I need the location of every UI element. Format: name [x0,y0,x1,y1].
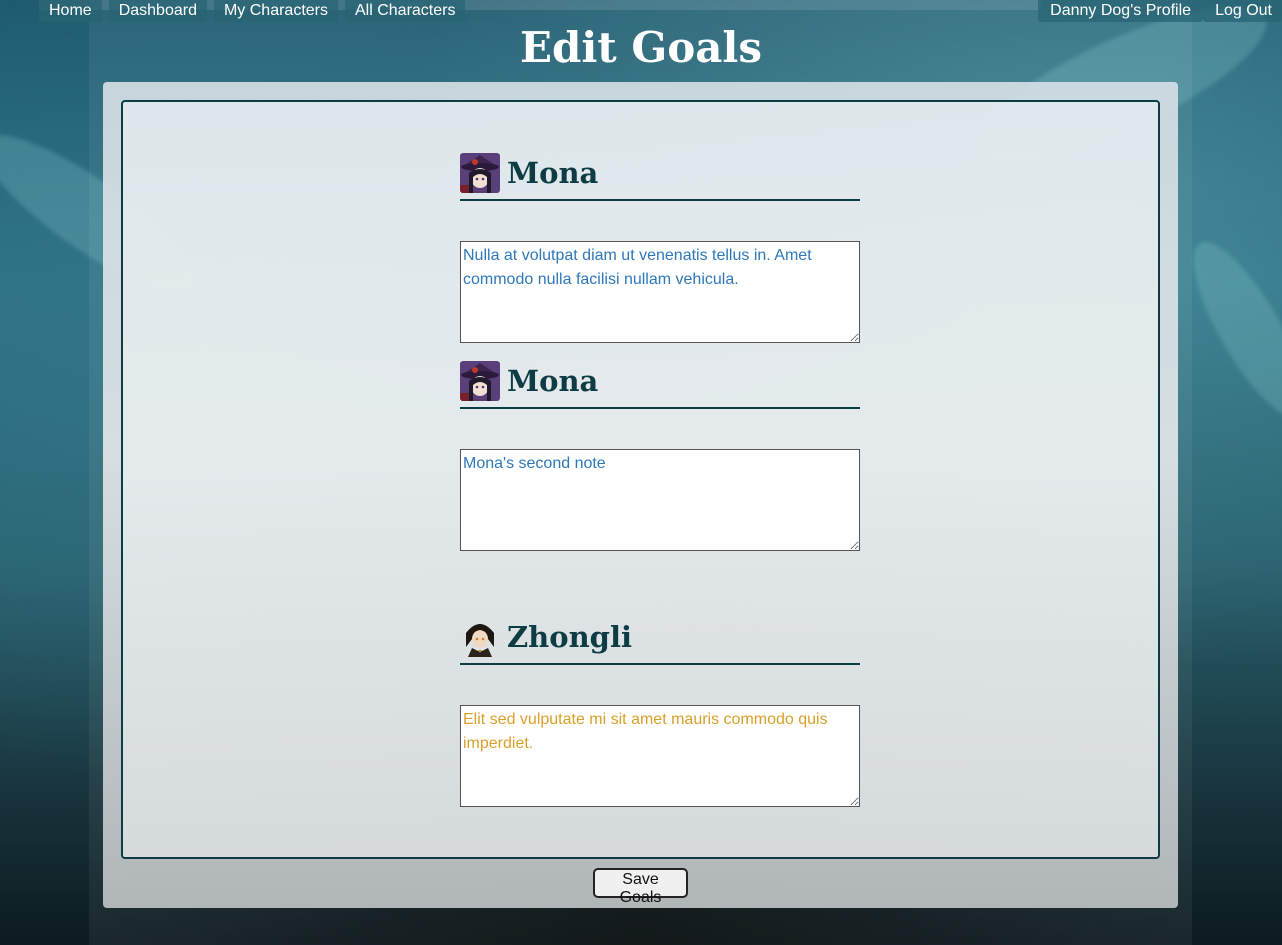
goals-form: Mona Nulla at volutpat diam ut venenatis… [121,100,1160,859]
save-goals-button[interactable]: Save Goals [593,868,688,906]
goal-header: Mona [460,153,860,201]
goal-note-textarea[interactable]: Mona's second note [460,449,860,551]
top-nav: Home Dashboard My Characters All Charact… [0,0,1282,24]
page-title: Edit Goals [519,23,763,72]
nav-right-group: Danny Dog's Profile Log Out [1038,0,1282,22]
goal-entry: Zhongli Elit sed vulputate mi sit amet m… [460,617,860,807]
goal-entry: Mona Nulla at volutpat diam ut venenatis… [460,153,860,343]
character-name: Mona [507,156,599,190]
zhongli-avatar-icon [460,617,500,657]
goal-note-textarea[interactable]: Elit sed vulputate mi sit amet mauris co… [460,705,860,807]
nav-home-link[interactable]: Home [39,0,102,22]
nav-all-characters-link[interactable]: All Characters [345,0,466,22]
nav-my-characters-link[interactable]: My Characters [213,0,338,22]
mona-avatar-icon [460,361,500,401]
edit-goals-panel: Mona Nulla at volutpat diam ut venenatis… [103,82,1178,908]
mona-avatar-icon [460,153,500,193]
goal-header: Zhongli [460,617,860,665]
goal-entry: Mona Mona's second note [460,361,860,551]
nav-left-group: Home Dashboard My Characters All Charact… [39,0,466,22]
nav-dashboard-link[interactable]: Dashboard [108,0,207,22]
goal-note-textarea[interactable]: Nulla at volutpat diam ut venenatis tell… [460,241,860,343]
nav-logout-link[interactable]: Log Out [1203,0,1282,22]
goal-header: Mona [460,361,860,409]
character-name: Mona [507,364,599,398]
nav-profile-link[interactable]: Danny Dog's Profile [1038,0,1204,22]
character-name: Zhongli [507,620,632,654]
